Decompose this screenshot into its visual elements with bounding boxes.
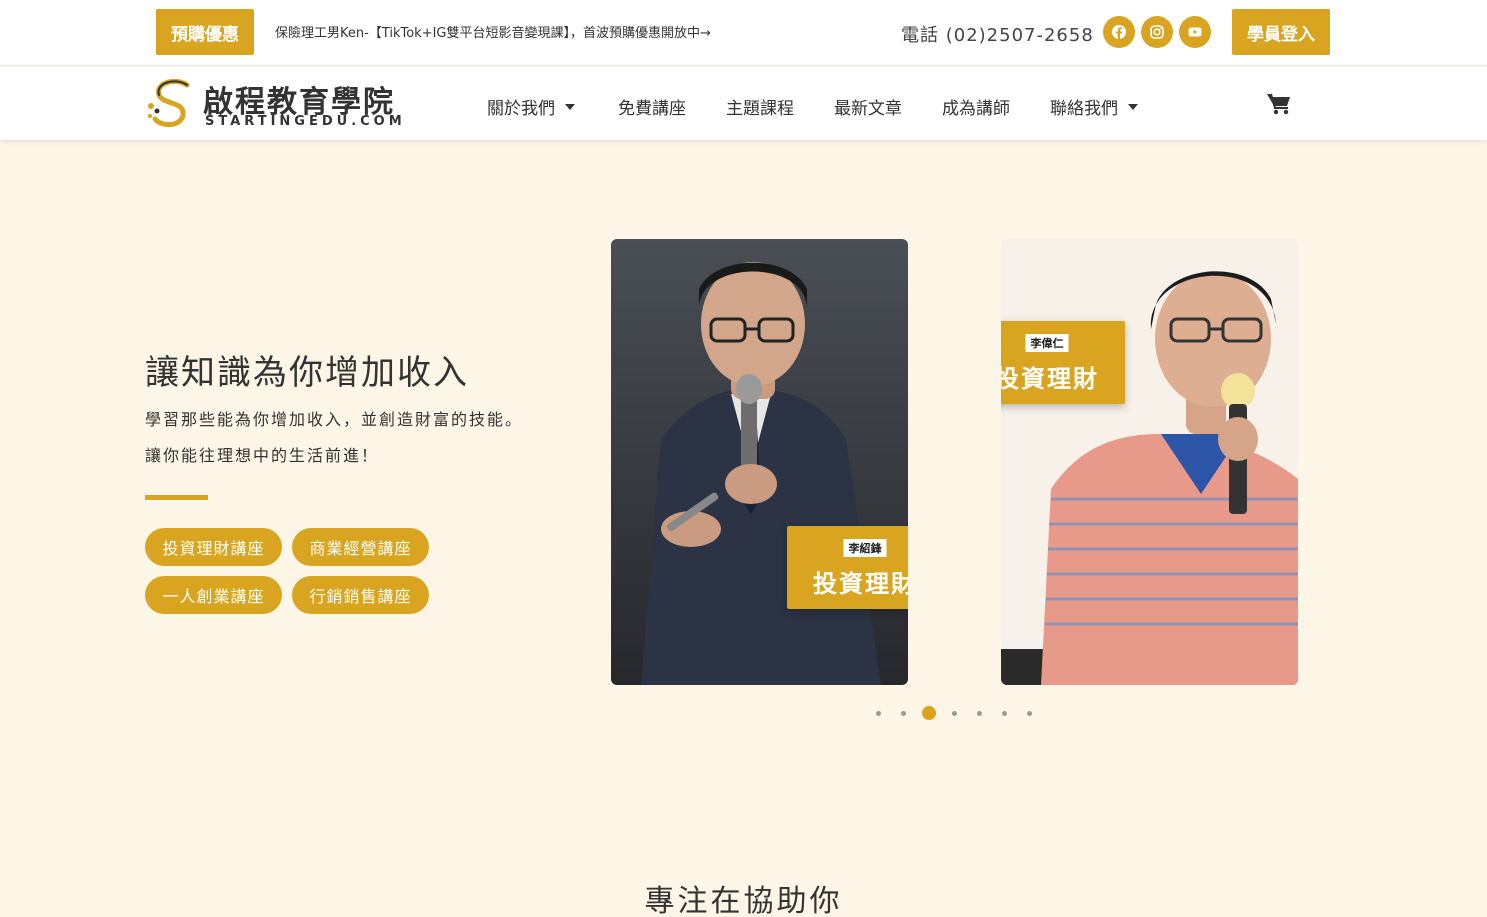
chevron-down-icon [1128,103,1138,110]
carousel-dot[interactable] [1002,711,1007,716]
nav-item-free-seminars[interactable]: 免費講座 [618,94,686,119]
speaker-name: 李紹鋒 [843,539,887,557]
speaker-topic: 投資理財 [813,570,908,598]
nav-item-label: 關於我們 [487,99,555,119]
nav-item-articles[interactable]: 最新文章 [834,94,902,119]
top-bar: 預購優惠 保險理工男Ken-【TikTok+IG雙平台短影音變現課】，首波預購優… [0,0,1487,66]
nav-item-become-instructor[interactable]: 成為講師 [942,94,1010,119]
speaker-photo [611,239,908,685]
speaker-tag-card: 李紹鋒 投資理財 [787,526,908,609]
hero-divider [145,495,208,500]
nav-item-label: 聯絡我們 [1050,99,1118,119]
nav-item-label: 免費講座 [618,99,686,119]
member-login-button[interactable]: 學員登入 [1232,9,1330,55]
pill-solo-startup-seminar[interactable]: 一人創業講座 [145,576,282,614]
main-navigation: 啟程教育學院 STARTINGEDU.COM 關於我們 免費講座 主題課程 最新… [0,67,1487,140]
carousel-dot[interactable] [901,711,906,716]
speaker-photo [1001,239,1298,685]
nav-item-courses[interactable]: 主題課程 [726,94,794,119]
hero-description-line1: 學習那些能為你增加收入，並創造財富的技能。 [145,410,524,429]
speaker-tag-card: 李偉仁 投資理財 [1001,321,1125,404]
chevron-down-icon [565,103,575,110]
site-logo[interactable]: 啟程教育學院 STARTINGEDU.COM [145,77,425,131]
section-heading: 專注在協助你 [644,884,843,917]
nav-item-label: 成為講師 [942,99,1010,119]
facebook-icon[interactable] [1103,16,1135,48]
hero-description-line2: 讓你能往理想中的生活前進！ [145,446,380,465]
nav-item-label: 最新文章 [834,99,902,119]
youtube-icon[interactable] [1179,16,1211,48]
phone-number: 電話 (02)2507-2658 [901,25,1094,46]
carousel-pagination [872,706,1037,722]
carousel-slide[interactable]: 李偉仁 投資理財 [1001,239,1298,685]
nav-item-label: 主題課程 [726,99,794,119]
carousel-dot[interactable] [876,711,881,716]
carousel-dot-active[interactable] [922,706,936,720]
pill-business-seminar[interactable]: 商業經營講座 [292,528,429,566]
carousel-slide[interactable]: 李紹鋒 投資理財 [611,239,908,685]
cart-icon[interactable] [1266,92,1292,116]
carousel-dot[interactable] [952,711,957,716]
nav-item-about[interactable]: 關於我們 [487,94,575,119]
instagram-icon[interactable] [1141,16,1173,48]
carousel-dot[interactable] [977,711,982,716]
pill-marketing-sales-seminar[interactable]: 行銷銷售講座 [292,576,429,614]
speaker-name: 李偉仁 [1025,334,1069,352]
nav-item-contact[interactable]: 聯絡我們 [1050,94,1138,119]
logo-mark-icon [148,79,190,127]
logo-domain: STARTINGEDU.COM [205,114,406,129]
speaker-topic: 投資理財 [1001,365,1099,393]
promo-announcement-link[interactable]: 保險理工男Ken-【TikTok+IG雙平台短影音變現課】，首波預購優惠開放中→ [275,22,711,41]
pill-investment-seminar[interactable]: 投資理財講座 [145,528,282,566]
hero-title: 讓知識為你增加收入 [145,353,469,393]
carousel-dot[interactable] [1027,711,1032,716]
promo-button[interactable]: 預購優惠 [156,9,254,55]
